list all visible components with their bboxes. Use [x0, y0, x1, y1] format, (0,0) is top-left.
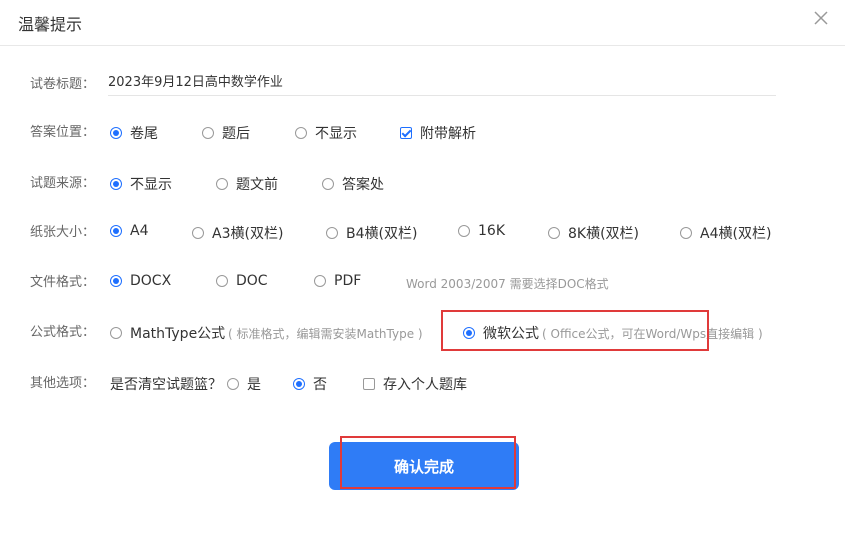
paper-title-label: 试卷标题：	[30, 76, 96, 92]
paper-title-row: 试卷标题：	[30, 70, 110, 94]
close-icon[interactable]	[813, 10, 829, 26]
file-format-docx[interactable]: DOCX	[110, 273, 171, 289]
option-label: DOC	[236, 273, 268, 289]
formula-mathtype-hint: ( 标准格式，编辑需安装MathType )	[228, 327, 423, 341]
file-format-label: 文件格式：	[30, 274, 96, 290]
paper-size-row: 纸张大小：	[30, 218, 110, 242]
answer-position-label: 答案位置：	[30, 124, 96, 140]
radio-icon	[110, 178, 122, 190]
radio-icon	[110, 127, 122, 139]
radio-icon	[293, 378, 305, 390]
paper-size-a4[interactable]: A4	[110, 223, 148, 239]
radio-icon	[326, 227, 338, 239]
option-label: 不显示	[130, 177, 172, 193]
option-label: 存入个人题库	[383, 377, 467, 393]
source-option-hide[interactable]: 不显示	[110, 174, 172, 194]
option-label: 卷尾	[130, 126, 158, 142]
file-format-doc[interactable]: DOC	[216, 273, 268, 289]
formula-format-row: 公式格式：	[30, 318, 110, 342]
checkbox-icon	[363, 378, 375, 390]
radio-icon	[295, 127, 307, 139]
formula-format-label: 公式格式：	[30, 324, 96, 340]
clear-yes-option[interactable]: 是	[227, 374, 261, 394]
option-label: PDF	[334, 273, 362, 289]
option-label: 是	[247, 377, 261, 393]
answer-position-option-end[interactable]: 卷尾	[110, 123, 158, 143]
file-format-hint: Word 2003/2007 需要选择DOC格式	[406, 277, 609, 291]
checkbox-icon	[400, 127, 412, 139]
radio-icon	[463, 327, 475, 339]
radio-icon	[322, 178, 334, 190]
answer-position-option-hide[interactable]: 不显示	[295, 123, 357, 143]
radio-icon	[548, 227, 560, 239]
paper-size-a4-landscape[interactable]: A4横(双栏)	[680, 223, 771, 243]
radio-icon	[110, 225, 122, 237]
formula-office-option[interactable]: 微软公式	[463, 323, 539, 343]
paper-size-16k[interactable]: 16K	[458, 223, 505, 239]
radio-icon	[227, 378, 239, 390]
other-options-label: 其他选项：	[30, 375, 96, 391]
answer-position-option-after[interactable]: 题后	[202, 123, 250, 143]
paper-size-b4[interactable]: B4横(双栏)	[326, 223, 417, 243]
paper-size-8k[interactable]: 8K横(双栏)	[548, 223, 639, 243]
option-label: 8K横(双栏)	[568, 226, 640, 242]
option-label: 附带解析	[420, 126, 476, 142]
radio-icon	[216, 275, 228, 287]
source-label: 试题来源：	[30, 175, 96, 191]
option-label: 微软公式	[483, 326, 539, 342]
radio-icon	[216, 178, 228, 190]
option-label: A4	[130, 223, 149, 239]
option-label: 否	[313, 377, 327, 393]
answer-position-row: 答案位置：	[30, 118, 110, 142]
paper-size-label: 纸张大小：	[30, 224, 96, 240]
radio-icon	[458, 225, 470, 237]
option-label: 16K	[478, 223, 505, 239]
formula-office-hint: ( Office公式，可在Word/Wps直接编辑 )	[542, 327, 763, 341]
option-label: A4横(双栏)	[700, 226, 772, 242]
radio-icon	[110, 327, 122, 339]
option-label: A3横(双栏)	[212, 226, 284, 242]
radio-icon	[314, 275, 326, 287]
option-label: 题文前	[236, 177, 278, 193]
dialog-title: 温馨提示	[18, 15, 83, 34]
clear-question-label: 是否清空试题篮？	[110, 377, 222, 393]
source-row: 试题来源：	[30, 169, 110, 193]
radio-icon	[192, 227, 204, 239]
formula-mathtype-option[interactable]: MathType公式	[110, 323, 225, 343]
source-option-before[interactable]: 题文前	[216, 174, 278, 194]
dialog-header: 温馨提示	[0, 0, 845, 46]
file-format-row: 文件格式：	[30, 268, 110, 292]
option-label: 不显示	[315, 126, 357, 142]
paper-size-a3[interactable]: A3横(双栏)	[192, 223, 283, 243]
option-label: B4横(双栏)	[346, 226, 418, 242]
source-option-answer[interactable]: 答案处	[322, 174, 384, 194]
clear-no-option[interactable]: 否	[293, 374, 327, 394]
file-format-pdf[interactable]: PDF	[314, 273, 361, 289]
paper-title-input[interactable]: 2023年9月12日高中数学作业	[108, 70, 776, 96]
option-label: 答案处	[342, 177, 384, 193]
other-options-row: 其他选项：	[30, 369, 110, 393]
save-personal-checkbox[interactable]: 存入个人题库	[363, 374, 467, 394]
radio-icon	[110, 275, 122, 287]
attach-analysis-checkbox[interactable]: 附带解析	[400, 123, 476, 143]
option-label: DOCX	[130, 273, 172, 289]
radio-icon	[202, 127, 214, 139]
radio-icon	[680, 227, 692, 239]
option-label: 题后	[222, 126, 250, 142]
confirm-button[interactable]: 确认完成	[329, 442, 519, 490]
option-label: MathType公式	[130, 326, 226, 342]
